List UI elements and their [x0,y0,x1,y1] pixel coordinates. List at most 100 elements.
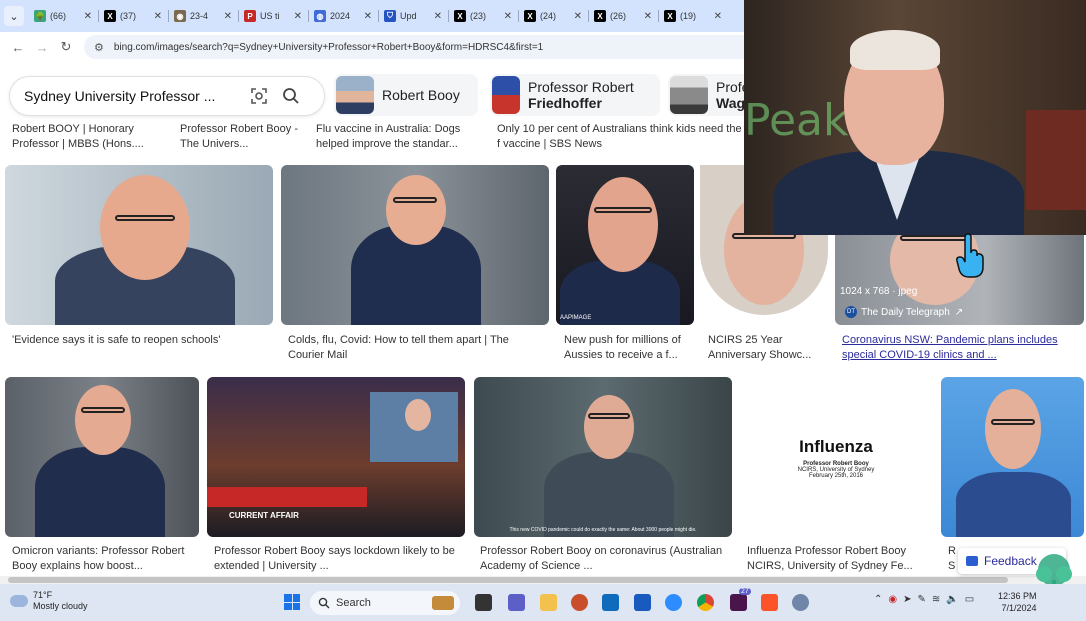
x-logo-icon: X [104,10,116,22]
taskbar-clock[interactable]: 12:36 PM 7/1/2024 [998,590,1037,614]
browser-tab[interactable]: X (24) ✕ [518,2,588,30]
close-tab-icon[interactable]: ✕ [434,11,442,22]
forward-arrow-icon[interactable]: → [30,35,54,59]
scrollbar-thumb[interactable] [8,577,1008,583]
result-caption[interactable]: R S [948,544,958,576]
result-caption[interactable]: 'Evidence says it is safe to reopen scho… [12,333,272,365]
browser-tab[interactable]: X (26) ✕ [588,2,658,30]
back-arrow-icon[interactable]: ← [6,35,30,59]
chip-thumbnail [336,76,374,114]
site-info-icon[interactable]: ⚙ [94,41,104,54]
close-tab-icon[interactable]: ✕ [644,11,652,22]
result-image[interactable] [281,165,549,325]
external-link-icon: ↗ [954,306,964,318]
slack-icon[interactable]: 27 [730,588,751,611]
location-icon[interactable]: ➤ [903,594,911,605]
security-icon[interactable]: ◉ [888,594,897,605]
weather-widget[interactable]: 71°F Mostly cloudy [10,590,88,612]
image-watermark: CURRENT AFFAIR [229,511,299,520]
notification-badge: 27 [739,588,751,595]
settings-gear-icon[interactable] [792,594,809,611]
result-caption-link[interactable]: Coronavirus NSW: Pandemic plans includes… [842,333,1072,365]
url-text: bing.com/images/search?q=Sydney+Universi… [113,41,544,53]
result-image[interactable]: Influenza Professor Robert Booy NCIRS, U… [740,377,932,537]
neon-sign: Peak [744,95,849,146]
browser-tab[interactable]: P US ti ✕ [238,2,308,30]
close-tab-icon[interactable]: ✕ [154,11,162,22]
close-tab-icon[interactable]: ✕ [364,11,372,22]
result-image[interactable] [941,377,1084,537]
browser-tab[interactable]: X (37) ✕ [98,2,168,30]
search-input[interactable]: Sydney University Professor ... [10,77,324,115]
visual-search-icon[interactable] [246,83,272,109]
close-tab-icon[interactable]: ✕ [294,11,302,22]
close-tab-icon[interactable]: ✕ [504,11,512,22]
chip-thumbnail [492,76,520,114]
result-caption[interactable]: New push for millions of Aussies to rece… [564,333,694,365]
related-chip-robert-booy[interactable]: Robert Booy [334,74,478,116]
browser-tab[interactable]: X (23) ✕ [448,2,518,30]
search-icon [318,597,330,609]
search-query: Sydney University Professor ... [24,88,216,104]
result-caption[interactable]: Professor Robert Booy - The Univers... [180,122,300,154]
chip-thumbnail [670,76,708,114]
browser-tab[interactable]: ◍ 2024 ✕ [308,2,378,30]
task-view-icon[interactable] [475,594,492,611]
wifi-icon[interactable]: ≋ [932,594,940,605]
cloud-icon [10,595,28,607]
browser-tab[interactable]: 🌳 (66) ✕ [28,2,98,30]
video-subtitle: This new COVID pandemic could do exactly… [509,527,697,533]
bookshelf [1026,110,1086,210]
x-logo-icon: X [664,10,676,22]
start-button[interactable] [284,594,300,610]
p-logo-icon: P [244,10,256,22]
browser-tab[interactable]: X (19) ✕ [658,2,728,30]
browser-tab[interactable]: ⛉ Upd ✕ [378,2,448,30]
result-caption[interactable]: Robert BOOY | Honorary Professor | MBBS … [12,122,162,154]
related-chip-friedhoffer[interactable]: Professor Robert Friedhoffer [490,74,660,116]
pen-icon[interactable]: ✎ [918,594,926,605]
x-logo-icon: X [524,10,536,22]
x-logo-icon: X [454,10,466,22]
chrome-icon[interactable] [697,594,714,611]
result-caption[interactable]: Omicron variants: Professor Robert Booy … [12,544,197,576]
result-image[interactable]: CURRENT AFFAIR [207,377,465,537]
result-caption[interactable]: Professor Robert Booy on coronavirus (Au… [480,544,730,576]
powerpoint-icon[interactable] [571,594,588,611]
close-tab-icon[interactable]: ✕ [84,11,92,22]
close-tab-icon[interactable]: ✕ [574,11,582,22]
battery-icon[interactable]: ▭ [965,594,974,605]
tab-search-chevron-icon[interactable]: ⌄ [4,6,24,26]
image-source[interactable]: DT The Daily Telegraph ↗ [845,306,963,318]
brave-icon[interactable] [761,594,778,611]
result-image[interactable]: This new COVID pandemic could do exactly… [474,377,732,537]
result-caption[interactable]: NCIRS 25 Year Anniversary Showc... [708,333,826,365]
word-icon[interactable] [634,594,651,611]
taskbar-search[interactable]: Search [310,591,460,615]
close-tab-icon[interactable]: ✕ [714,11,722,22]
globe-icon: ◍ [314,10,326,22]
result-caption[interactable]: Colds, flu, Covid: How to tell them apar… [288,333,548,365]
search-icon[interactable] [278,83,304,109]
file-explorer-icon[interactable] [540,594,557,611]
x-logo-icon: X [594,10,606,22]
outlook-icon[interactable] [602,594,619,611]
close-tab-icon[interactable]: ✕ [224,11,232,22]
result-image[interactable] [5,377,199,537]
chevron-up-icon[interactable]: ⌃ [874,594,882,605]
zoom-icon[interactable] [665,594,682,611]
horizontal-scrollbar[interactable] [0,576,1086,584]
image-meta: 1024 x 768 · jpeg [840,286,918,297]
result-caption[interactable]: Only 10 per cent of Australians think ki… [497,122,743,154]
browser-tab[interactable]: ◉ 23-4 ✕ [168,2,238,30]
result-caption[interactable]: Influenza Professor Robert Booy NCIRS, U… [747,544,932,576]
result-caption[interactable]: Professor Robert Booy says lockdown like… [214,544,469,576]
reload-icon[interactable]: ↻ [54,35,78,59]
result-image[interactable]: AAPIMAGE [556,165,694,325]
webcam-overlay: Peak [744,0,1086,235]
teams-icon[interactable] [508,594,525,611]
result-caption[interactable]: Flu vaccine in Australia: Dogs helped im… [316,122,486,154]
result-image[interactable] [5,165,273,325]
volume-icon[interactable]: 🔈 [946,594,958,605]
image-watermark: AAPIMAGE [560,315,592,321]
